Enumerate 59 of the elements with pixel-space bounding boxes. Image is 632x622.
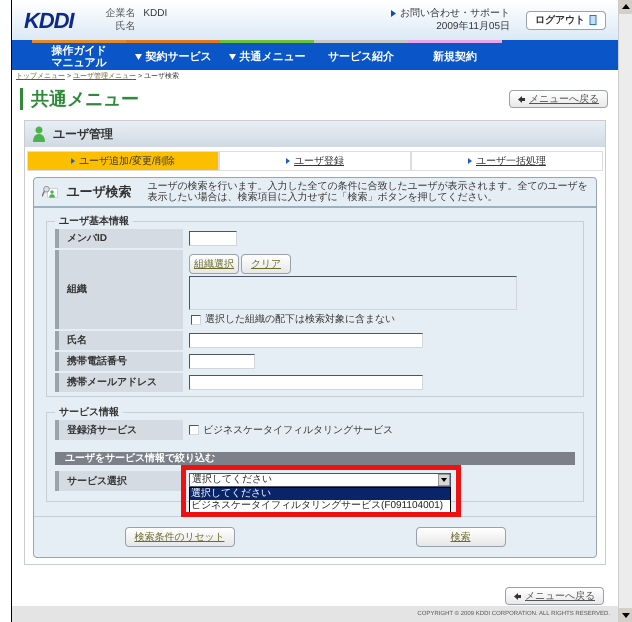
nav-item[interactable]: 新規契約 [408,40,502,70]
page-title: 共通メニュー [20,88,139,110]
company-name: KDDI [143,7,168,20]
button[interactable]: クリア [241,254,291,274]
field-label: 登録済サービス [67,423,137,438]
scroll-up-icon [619,0,632,14]
dropdown-option[interactable]: ビジネスケータイフィルタリングサービス(F091104001) [190,500,450,512]
section-title: ユーザ管理 [53,126,113,143]
logout-button[interactable]: ログアウト [526,10,606,30]
field-label: 氏名 [67,334,87,348]
filter-heading: ユーザをサービス情報で絞り込む [55,452,575,465]
scroll-down-icon [619,608,632,622]
nav-item[interactable]: 契約サービス [126,40,220,70]
user-icon [33,126,45,142]
tab[interactable]: ユーザ一括処理 [411,151,603,171]
name-label: 氏名 [114,20,136,33]
checkbox[interactable] [191,314,201,324]
back-link[interactable]: メニューへ戻る [509,90,608,108]
button[interactable]: 検索 [416,527,506,547]
door-icon [589,15,597,25]
nav-item[interactable]: サービス紹介 [314,40,408,70]
panel-title: ユーザ検索 [66,183,132,202]
scrollbar[interactable] [618,0,632,622]
field-label: サービス選択 [67,474,127,488]
checkbox-label: 選択した組織の配下は検索対象に含まない [205,312,395,327]
select-field[interactable]: 選択してください [189,473,451,487]
tab[interactable]: ユーザ追加/変更/削除 [27,151,219,171]
arrow-icon [518,96,525,102]
company-label: 企業名 [105,7,136,20]
date: 2009年11月05日 [436,20,510,33]
checkbox-label: ビジネスケータイフィルタリングサービス [203,424,393,438]
dropdown-option[interactable]: 選択してください [190,488,450,500]
field-label: 携帯メールアドレス [67,376,157,390]
fieldset-legend: ユーザ基本情報 [55,214,133,229]
tab[interactable]: ユーザ登録 [219,151,411,171]
triangle-icon [71,158,76,164]
checkbox[interactable] [189,425,199,435]
back-link[interactable]: メニューへ戻る [505,587,604,605]
button[interactable]: 検索条件のリセット [124,527,234,547]
input-field[interactable] [189,333,423,348]
nav-item[interactable]: 共通メニュー [220,40,314,70]
input-field[interactable] [189,354,255,369]
fieldset-legend: サービス情報 [55,405,123,420]
description: ユーザの検索を行います。入力した全ての条件に合致したユーザが表示されます。全てのユーザを表示したい場合は、検索項目に入力せずに「検索」ボタンを押してください。 [148,181,588,203]
triangle-icon [286,158,290,164]
logo: KDDI [24,6,74,34]
arrow-icon [514,592,521,600]
field-label: メンバID [67,232,107,246]
button[interactable]: 組織選択 [189,254,239,274]
input-field[interactable] [189,231,237,246]
input-field[interactable] [189,375,423,390]
support-link[interactable]: お問い合わせ・サポート [391,7,510,20]
field-label: 携帯電話番号 [67,354,127,369]
caret-icon [228,54,236,60]
triangle-icon [468,158,472,164]
triangle-icon [391,10,396,17]
caret-icon [134,54,142,60]
field-label: 組織 [67,282,87,297]
nav-item[interactable]: 操作ガイド マニュアル [32,40,126,70]
